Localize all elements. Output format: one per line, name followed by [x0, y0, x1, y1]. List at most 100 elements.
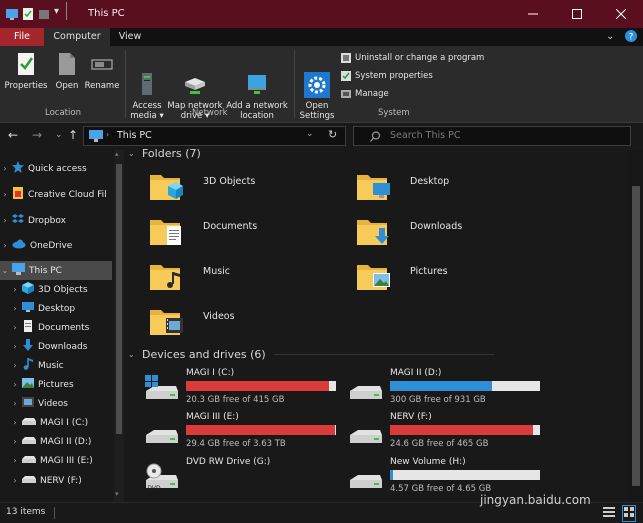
collapse-chevron-icon[interactable]: ⌄: [128, 149, 142, 158]
open-button[interactable]: Open: [52, 52, 82, 91]
content-scrollbar[interactable]: [628, 150, 643, 502]
folder-desktop[interactable]: Desktop: [353, 170, 553, 210]
folder-videos[interactable]: Videos: [146, 305, 346, 345]
drive-icon: [22, 474, 36, 487]
address-field[interactable]: › This PC ⌄ ↻: [83, 126, 346, 146]
details-view-icon[interactable]: [603, 506, 615, 521]
content-scroll-thumb[interactable]: [632, 186, 640, 486]
up-arrow-icon[interactable]: ↑: [68, 128, 78, 142]
folder-downloads[interactable]: Downloads: [353, 215, 553, 255]
uninstall-program-button[interactable]: Uninstall or change a program: [340, 52, 484, 64]
properties-button[interactable]: Properties: [4, 52, 48, 91]
folder-3d-objects[interactable]: 3D Objects: [146, 170, 346, 210]
sidebar-item-downloads[interactable]: › Downloads: [0, 337, 112, 356]
recent-locations-chevron-icon[interactable]: ⌄: [55, 130, 63, 140]
sidebar-item-magi-iii-e[interactable]: › MAGI III (E:): [0, 451, 112, 470]
cube-icon: [22, 282, 34, 297]
nav-scroll-thumb[interactable]: [116, 164, 122, 434]
nav-scrollbar[interactable]: ▴ ▾: [114, 150, 124, 502]
folders-section-header[interactable]: ⌄ Folders (7): [128, 147, 201, 160]
manage-button[interactable]: Manage: [340, 88, 389, 100]
expand-ribbon-chevron-icon[interactable]: ⌄: [606, 31, 614, 42]
sidebar-item-this-pc[interactable]: ⌄ This PC: [0, 261, 112, 280]
expand-chevron-icon[interactable]: ›: [10, 399, 20, 408]
expand-chevron-icon[interactable]: ›: [10, 342, 20, 351]
expand-chevron-icon[interactable]: ›: [0, 164, 10, 173]
expand-chevron-icon[interactable]: ›: [10, 285, 20, 294]
expand-chevron-icon[interactable]: ›: [10, 418, 20, 427]
breadcrumb-this-pc[interactable]: This PC: [117, 130, 152, 141]
drive-item[interactable]: MAGI II (D:) 300 GB free of 931 GB: [332, 368, 552, 410]
tab-view[interactable]: View: [110, 28, 150, 46]
app-icon: [6, 8, 18, 20]
sidebar-item-quick-access[interactable]: › Quick access: [0, 159, 112, 178]
hard-drive-icon: [348, 463, 384, 496]
address-dropdown-chevron-icon[interactable]: ⌄: [306, 129, 314, 139]
sidebar-item-magi-ii-d[interactable]: › MAGI II (D:): [0, 432, 112, 451]
back-arrow-icon[interactable]: ←: [8, 128, 18, 142]
expand-chevron-icon[interactable]: ›: [0, 241, 10, 250]
sidebar-item-music[interactable]: › Music: [0, 356, 112, 375]
refresh-icon[interactable]: ↻: [328, 128, 337, 141]
nav-scroll-down-icon[interactable]: ▾: [115, 490, 119, 498]
expand-chevron-icon[interactable]: ›: [0, 216, 10, 225]
minimize-button[interactable]: [511, 0, 555, 28]
drive-item[interactable]: NERV (F:) 24.6 GB free of 465 GB: [332, 412, 552, 454]
access-media-button[interactable]: Access media ▾: [129, 52, 165, 121]
folder-documents[interactable]: Documents: [146, 215, 346, 255]
properties-quick-icon[interactable]: [22, 8, 34, 20]
drive-item[interactable]: MAGI I (C:) 20.3 GB free of 415 GB: [128, 368, 348, 410]
folder-music[interactable]: Music: [146, 260, 346, 300]
sidebar-item-3d-objects[interactable]: › 3D Objects: [0, 280, 112, 299]
drives-section-header[interactable]: ⌄ Devices and drives (6): [128, 348, 494, 361]
network-group-label: Network: [192, 108, 228, 118]
sidebar-item-videos[interactable]: › Videos: [0, 394, 112, 413]
collapse-chevron-icon[interactable]: ⌄: [128, 350, 142, 359]
expand-chevron-icon[interactable]: ›: [10, 476, 20, 485]
sidebar-item-pictures[interactable]: › Pictures: [0, 375, 112, 394]
open-settings-button[interactable]: Open Settings: [298, 52, 336, 121]
sidebar-item-onedrive[interactable]: › OneDrive: [0, 236, 112, 255]
add-network-location-button[interactable]: Add a network location: [226, 52, 288, 121]
tab-file[interactable]: File: [0, 28, 44, 46]
drive-item[interactable]: DVD DVD RW Drive (G:): [128, 457, 348, 499]
sidebar-item-label: MAGI II (D:): [40, 436, 92, 447]
sidebar-item-documents[interactable]: › Documents: [0, 318, 112, 337]
drive-name: NERV (F:): [390, 412, 432, 422]
expand-chevron-icon[interactable]: ›: [10, 437, 20, 446]
search-box[interactable]: Search This PC: [353, 126, 631, 146]
rename-button[interactable]: Rename: [84, 52, 120, 91]
close-button[interactable]: [599, 0, 643, 28]
expand-chevron-icon[interactable]: ⌄: [0, 266, 10, 275]
sidebar-item-nerv-f[interactable]: › NERV (F:): [0, 471, 112, 490]
pictures-folder-icon: [355, 260, 391, 297]
drive-free-space: 20.3 GB free of 415 GB: [186, 395, 285, 405]
system-properties-button[interactable]: System properties: [340, 70, 433, 82]
documents-folder-icon: [148, 215, 184, 252]
folder-pictures[interactable]: Pictures: [353, 260, 553, 300]
sidebar-item-desktop[interactable]: › Desktop: [0, 299, 112, 318]
customize-quick-access-chevron-icon[interactable]: ▾: [54, 6, 66, 18]
forward-arrow-icon[interactable]: →: [32, 128, 42, 142]
drive-item[interactable]: MAGI III (E:) 29.4 GB free of 3.63 TB: [128, 412, 348, 454]
drive-usage-bar: [390, 381, 540, 391]
desktop-icon: [22, 301, 34, 316]
expand-chevron-icon[interactable]: ›: [10, 380, 20, 389]
sidebar-item-dropbox[interactable]: › Dropbox: [0, 211, 112, 230]
maximize-button[interactable]: [555, 0, 599, 28]
expand-chevron-icon[interactable]: ›: [10, 323, 20, 332]
sidebar-item-magi-i-c[interactable]: › MAGI I (C:): [0, 413, 112, 432]
expand-chevron-icon[interactable]: ›: [10, 361, 20, 370]
tab-computer[interactable]: Computer: [44, 28, 110, 46]
maximize-icon: [572, 9, 582, 19]
expand-chevron-icon[interactable]: ›: [10, 304, 20, 313]
large-icons-view-icon[interactable]: [622, 505, 636, 522]
help-icon[interactable]: ?: [625, 30, 637, 45]
nav-scroll-up-icon[interactable]: ▴: [115, 150, 119, 158]
new-folder-quick-icon[interactable]: [38, 8, 50, 20]
network-location-icon: [244, 62, 270, 94]
drive-usage-fill: [186, 381, 329, 391]
sidebar-item-creative-cloud-fil[interactable]: › Creative Cloud Fil: [0, 185, 112, 204]
expand-chevron-icon[interactable]: ›: [10, 456, 20, 465]
expand-chevron-icon[interactable]: ›: [0, 190, 10, 199]
